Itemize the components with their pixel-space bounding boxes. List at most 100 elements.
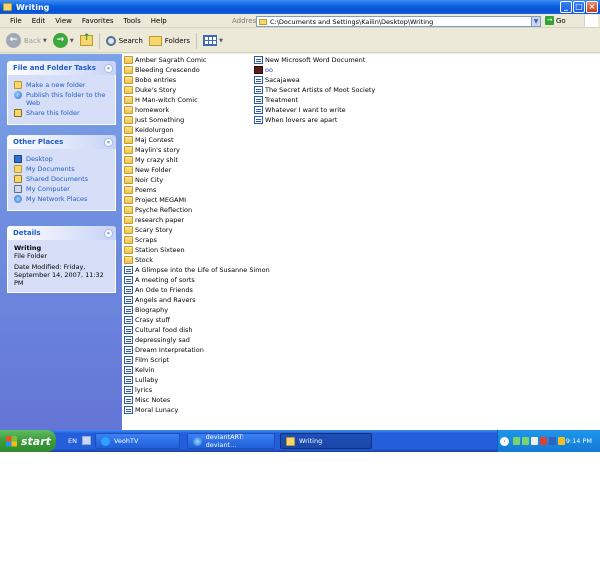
file-item[interactable]: Crasy stuff	[124, 315, 270, 325]
folder-item[interactable]: Psyche Reflection	[124, 205, 270, 215]
folders-button[interactable]: Folders	[148, 35, 190, 46]
file-item[interactable]: Treatment	[254, 95, 375, 105]
folder-icon	[124, 116, 133, 124]
folder-item[interactable]: Project MEGAMI	[124, 195, 270, 205]
folder-item[interactable]: Bleeding Crescendo	[124, 65, 270, 75]
address-bar[interactable]: C:\Documents and Settings\Kailin\Desktop…	[256, 16, 541, 27]
folder-item[interactable]: Just Something	[124, 115, 270, 125]
start-button[interactable]: start	[0, 430, 56, 452]
file-item[interactable]: Dream Interpretation	[124, 345, 270, 355]
bluetooth-icon[interactable]	[549, 437, 556, 445]
collapse-icon[interactable]: «	[104, 137, 113, 147]
file-item[interactable]: A meeting of sorts	[124, 275, 270, 285]
file-item[interactable]: An Ode to Friends	[124, 285, 270, 295]
close-button[interactable]: ×	[586, 1, 598, 13]
taskbar-item-deviantart[interactable]: deviantART: deviant...	[187, 433, 275, 449]
menu-tools[interactable]: Tools	[119, 17, 146, 25]
file-item[interactable]: Misc Notes	[124, 395, 270, 405]
panel-header[interactable]: Other Places «	[7, 135, 116, 149]
security-icon[interactable]	[558, 437, 565, 445]
place-my-computer[interactable]: My Computer	[14, 185, 110, 193]
file-name: Maylin's story	[135, 146, 180, 154]
file-item[interactable]: The Secret Artists of Moot Society	[254, 85, 375, 95]
folder-item[interactable]: Poems	[124, 185, 270, 195]
menu-edit[interactable]: Edit	[27, 17, 51, 25]
place-my-documents[interactable]: My Documents	[14, 165, 110, 173]
quick-launch-icon[interactable]	[82, 436, 91, 445]
panel-header[interactable]: File and Folder Tasks «	[7, 61, 116, 75]
up-button[interactable]	[79, 33, 93, 46]
file-item[interactable]: Lullaby	[124, 375, 270, 385]
folder-icon	[124, 156, 133, 164]
folder-item[interactable]: H Man-witch Comic	[124, 95, 270, 105]
file-name: research paper	[135, 216, 185, 224]
file-item[interactable]: A Glimpse into the Life of Susanne Simon	[124, 265, 270, 275]
folder-item[interactable]: Scraps	[124, 235, 270, 245]
folder-item[interactable]: Duke's Story	[124, 85, 270, 95]
file-item[interactable]: When lovers are apart	[254, 115, 375, 125]
back-arrow-icon: ←	[6, 33, 21, 48]
menu-favorites[interactable]: Favorites	[77, 17, 119, 25]
folder-item[interactable]: My crazy shit	[124, 155, 270, 165]
search-icon	[105, 35, 116, 46]
taskbar-item-veohtv[interactable]: VeohTV	[95, 433, 180, 449]
panel-header[interactable]: Details «	[7, 226, 116, 240]
file-item[interactable]: oo	[254, 65, 375, 75]
folder-item[interactable]: Scary Story	[124, 225, 270, 235]
file-item[interactable]: Kelvin	[124, 365, 270, 375]
place-shared-documents[interactable]: Shared Documents	[14, 175, 110, 183]
folder-item[interactable]: New Folder	[124, 165, 270, 175]
menu-file[interactable]: File	[0, 17, 27, 25]
volume-icon[interactable]	[531, 437, 538, 445]
file-item[interactable]: lyrics	[124, 385, 270, 395]
place-my-network-places[interactable]: My Network Places	[14, 195, 110, 203]
maximize-button[interactable]: □	[573, 1, 585, 13]
title-bar[interactable]: Writing _ □ ×	[0, 0, 600, 14]
file-item[interactable]: Whatever I want to write	[254, 105, 375, 115]
minimize-button[interactable]: _	[560, 1, 572, 13]
forward-button[interactable]: → ▼	[52, 33, 74, 48]
clock[interactable]: 9:14 PM	[566, 437, 592, 445]
task-make-new-folder[interactable]: Make a new folder	[14, 81, 110, 89]
folder-item[interactable]: Stock	[124, 255, 270, 265]
file-item[interactable]: Film Script	[124, 355, 270, 365]
wireless-icon[interactable]	[522, 437, 529, 445]
folder-icon	[124, 246, 133, 254]
chevron-down-icon[interactable]: ▼	[531, 17, 540, 26]
folder-item[interactable]: Maj Contest	[124, 135, 270, 145]
file-item[interactable]: depressingly sad	[124, 335, 270, 345]
taskbar-item-writing[interactable]: Writing	[280, 433, 372, 449]
place-desktop[interactable]: Desktop	[14, 155, 110, 163]
collapse-icon[interactable]: «	[104, 228, 113, 238]
file-item[interactable]: Moral Lunacy	[124, 405, 270, 415]
file-item[interactable]: Angels and Ravers	[124, 295, 270, 305]
back-button[interactable]: ← Back ▼	[6, 33, 47, 48]
views-button[interactable]: ▼	[203, 35, 223, 46]
language-indicator[interactable]: EN	[68, 437, 77, 445]
file-name: An Ode to Friends	[135, 286, 193, 294]
file-item[interactable]: New Microsoft Word Document	[254, 55, 375, 65]
folder-item[interactable]: Bobo entries	[124, 75, 270, 85]
file-item[interactable]: Biography	[124, 305, 270, 315]
folder-item[interactable]: Noir City	[124, 175, 270, 185]
menu-view[interactable]: View	[50, 17, 77, 25]
folder-item[interactable]: Amber Sagrath Comic	[124, 55, 270, 65]
back-label: Back	[24, 36, 41, 45]
task-share-folder[interactable]: Share this folder	[14, 109, 110, 117]
task-publish-to-web[interactable]: Publish this folder to the Web	[14, 91, 110, 107]
go-button[interactable]: → Go	[545, 16, 566, 25]
address-input[interactable]: C:\Documents and Settings\Kailin\Desktop…	[270, 18, 433, 26]
file-item[interactable]: Cultural food dish	[124, 325, 270, 335]
folder-item[interactable]: research paper	[124, 215, 270, 225]
folder-item[interactable]: Station Sixteen	[124, 245, 270, 255]
collapse-icon[interactable]: «	[104, 63, 113, 73]
chevron-left-icon[interactable]: ‹	[500, 436, 509, 446]
folder-item[interactable]: Maylin's story	[124, 145, 270, 155]
search-button[interactable]: Search	[105, 35, 143, 46]
menu-help[interactable]: Help	[146, 17, 172, 25]
network-signal-icon[interactable]	[513, 437, 520, 445]
file-item[interactable]: Sacajawea	[254, 75, 375, 85]
folder-item[interactable]: homework	[124, 105, 270, 115]
antivirus-icon[interactable]	[540, 437, 547, 445]
folder-item[interactable]: Keidolurgon	[124, 125, 270, 135]
